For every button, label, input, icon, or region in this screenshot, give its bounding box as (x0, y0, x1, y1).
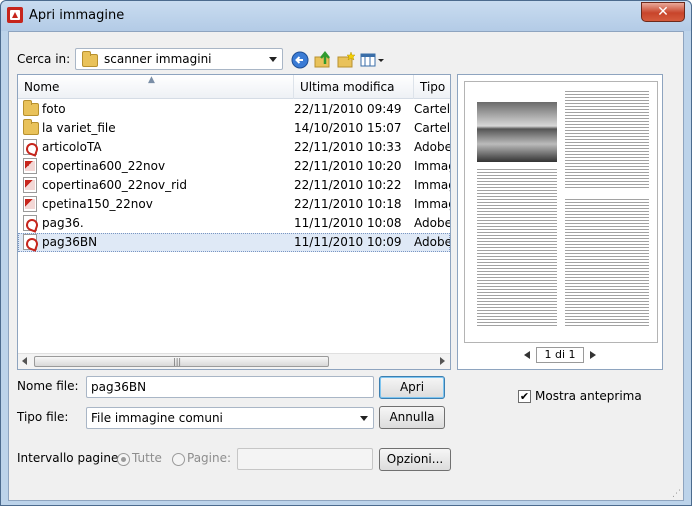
filename-input[interactable]: pag36BN (86, 376, 374, 398)
show-preview-label: Mostra anteprima (535, 389, 642, 403)
page-indicator: 1 di 1 (536, 347, 584, 363)
up-folder-icon[interactable] (313, 50, 333, 70)
cancel-button[interactable]: Annulla (379, 406, 445, 429)
horizontal-scrollbar[interactable]: ||| (18, 353, 450, 369)
file-type: Adobe (414, 235, 450, 249)
file-type: Immagine (414, 197, 450, 211)
file-type: Cartella (414, 102, 450, 116)
file-list[interactable]: Nome ▲ Ultima modifica Tipo foto 22/11/2… (17, 74, 451, 370)
thumbnail-photo (477, 102, 557, 162)
file-row-cpetina150-22nov[interactable]: cpetina150_22nov 22/11/2010 10:18 Immagi… (18, 195, 450, 214)
scroll-right-icon[interactable] (440, 357, 445, 365)
file-type: Immagine (414, 178, 450, 192)
image-icon (23, 196, 37, 212)
list-header: Nome ▲ Ultima modifica Tipo (18, 75, 450, 99)
scroll-left-icon[interactable] (22, 357, 27, 365)
resize-grip-icon[interactable]: ⋰ (672, 489, 681, 499)
scrollbar-thumb[interactable]: ||| (34, 356, 329, 367)
file-name: articoloTA (42, 140, 102, 154)
file-name: la variet_file (42, 121, 116, 135)
file-date: 14/10/2010 15:07 (294, 121, 402, 135)
file-type: Adobe (414, 216, 450, 230)
file-type: Cartella (414, 121, 450, 135)
look-in-value: scanner immagini (104, 52, 212, 66)
file-row-copertina600-22nov-rid[interactable]: copertina600_22nov_rid 22/11/2010 10:22 … (18, 176, 450, 195)
column-header-date[interactable]: Ultima modifica (294, 75, 414, 99)
column-header-name[interactable]: Nome (18, 75, 294, 99)
pdf-icon (23, 234, 37, 250)
preview-pane: 1 di 1 (457, 74, 663, 370)
page-thumbnail (464, 81, 658, 343)
file-row-pag36BN[interactable]: pag36BN 11/11/2010 10:09 Adobe (18, 233, 450, 252)
file-date: 22/11/2010 10:33 (294, 140, 402, 154)
file-type: Immagine (414, 159, 450, 173)
file-name: copertina600_22nov_rid (42, 178, 187, 192)
file-name: foto (42, 102, 66, 116)
folder-icon (82, 51, 98, 67)
scanner-app-icon (7, 7, 23, 23)
pages-label: Pagine: (187, 451, 232, 465)
file-date: 22/11/2010 10:22 (294, 178, 402, 192)
column-header-type[interactable]: Tipo (414, 75, 450, 99)
all-pages-radio[interactable] (117, 453, 130, 466)
pages-radio[interactable] (172, 453, 185, 466)
view-menu-icon[interactable] (359, 50, 387, 70)
file-date: 22/11/2010 09:49 (294, 102, 402, 116)
new-folder-icon[interactable] (336, 50, 356, 70)
file-type: Adobe (414, 140, 450, 154)
grip-icon: ||| (173, 357, 182, 366)
next-page-icon[interactable] (590, 351, 596, 359)
image-icon (23, 158, 37, 174)
file-name: copertina600_22nov (42, 159, 166, 173)
page-range-label: Intervallo pagine: (17, 451, 123, 465)
filetype-combo[interactable]: File immagine comuni (86, 407, 374, 429)
folder-icon (23, 100, 39, 116)
dialog-body: Cerca in: scanner immagini Nome ▲ Ultima… (8, 31, 684, 501)
file-row-foto[interactable]: foto 22/11/2010 09:49 Cartella (18, 100, 450, 119)
file-name: pag36BN (42, 235, 98, 249)
filetype-label: Tipo file: (17, 410, 69, 424)
filename-label: Nome file: (17, 379, 79, 393)
file-name: cpetina150_22nov (42, 197, 153, 211)
look-in-combo[interactable]: scanner immagini (75, 48, 283, 70)
pdf-icon (23, 215, 37, 231)
file-name: pag36. (42, 216, 84, 230)
window-title: Apri immagine (29, 8, 125, 23)
pdf-icon (23, 139, 37, 155)
filetype-value: File immagine comuni (91, 411, 223, 425)
file-date: 11/11/2010 10:08 (294, 216, 402, 230)
title-bar[interactable]: Apri immagine ✕ (1, 1, 691, 31)
file-date: 11/11/2010 10:09 (294, 235, 402, 249)
file-row-la-variet-file[interactable]: la variet_file 14/10/2010 15:07 Cartella (18, 119, 450, 138)
close-icon: ✕ (657, 4, 669, 20)
options-button[interactable]: Opzioni... (379, 448, 451, 471)
file-date: 22/11/2010 10:18 (294, 197, 402, 211)
file-row-articoloTA[interactable]: articoloTA 22/11/2010 10:33 Adobe (18, 138, 450, 157)
open-image-dialog: Apri immagine ✕ Cerca in: scanner immagi… (0, 0, 692, 506)
open-button[interactable]: Apri (379, 376, 445, 399)
chevron-down-icon (267, 54, 279, 64)
file-row-pag36[interactable]: pag36. 11/11/2010 10:08 Adobe (18, 214, 450, 233)
chevron-down-icon (358, 413, 370, 423)
back-icon[interactable] (290, 50, 310, 70)
file-date: 22/11/2010 10:20 (294, 159, 402, 173)
all-pages-label: Tutte (132, 451, 162, 465)
look-in-label: Cerca in: (17, 52, 71, 66)
image-icon (23, 177, 37, 193)
close-button[interactable]: ✕ (641, 2, 685, 22)
previous-page-icon[interactable] (524, 351, 530, 359)
folder-icon (23, 119, 39, 135)
file-row-copertina600-22nov[interactable]: copertina600_22nov 22/11/2010 10:20 Imma… (18, 157, 450, 176)
sort-ascending-icon: ▲ (148, 75, 155, 85)
show-preview-checkbox[interactable]: ✔ (518, 390, 531, 403)
pages-input[interactable] (237, 448, 373, 470)
